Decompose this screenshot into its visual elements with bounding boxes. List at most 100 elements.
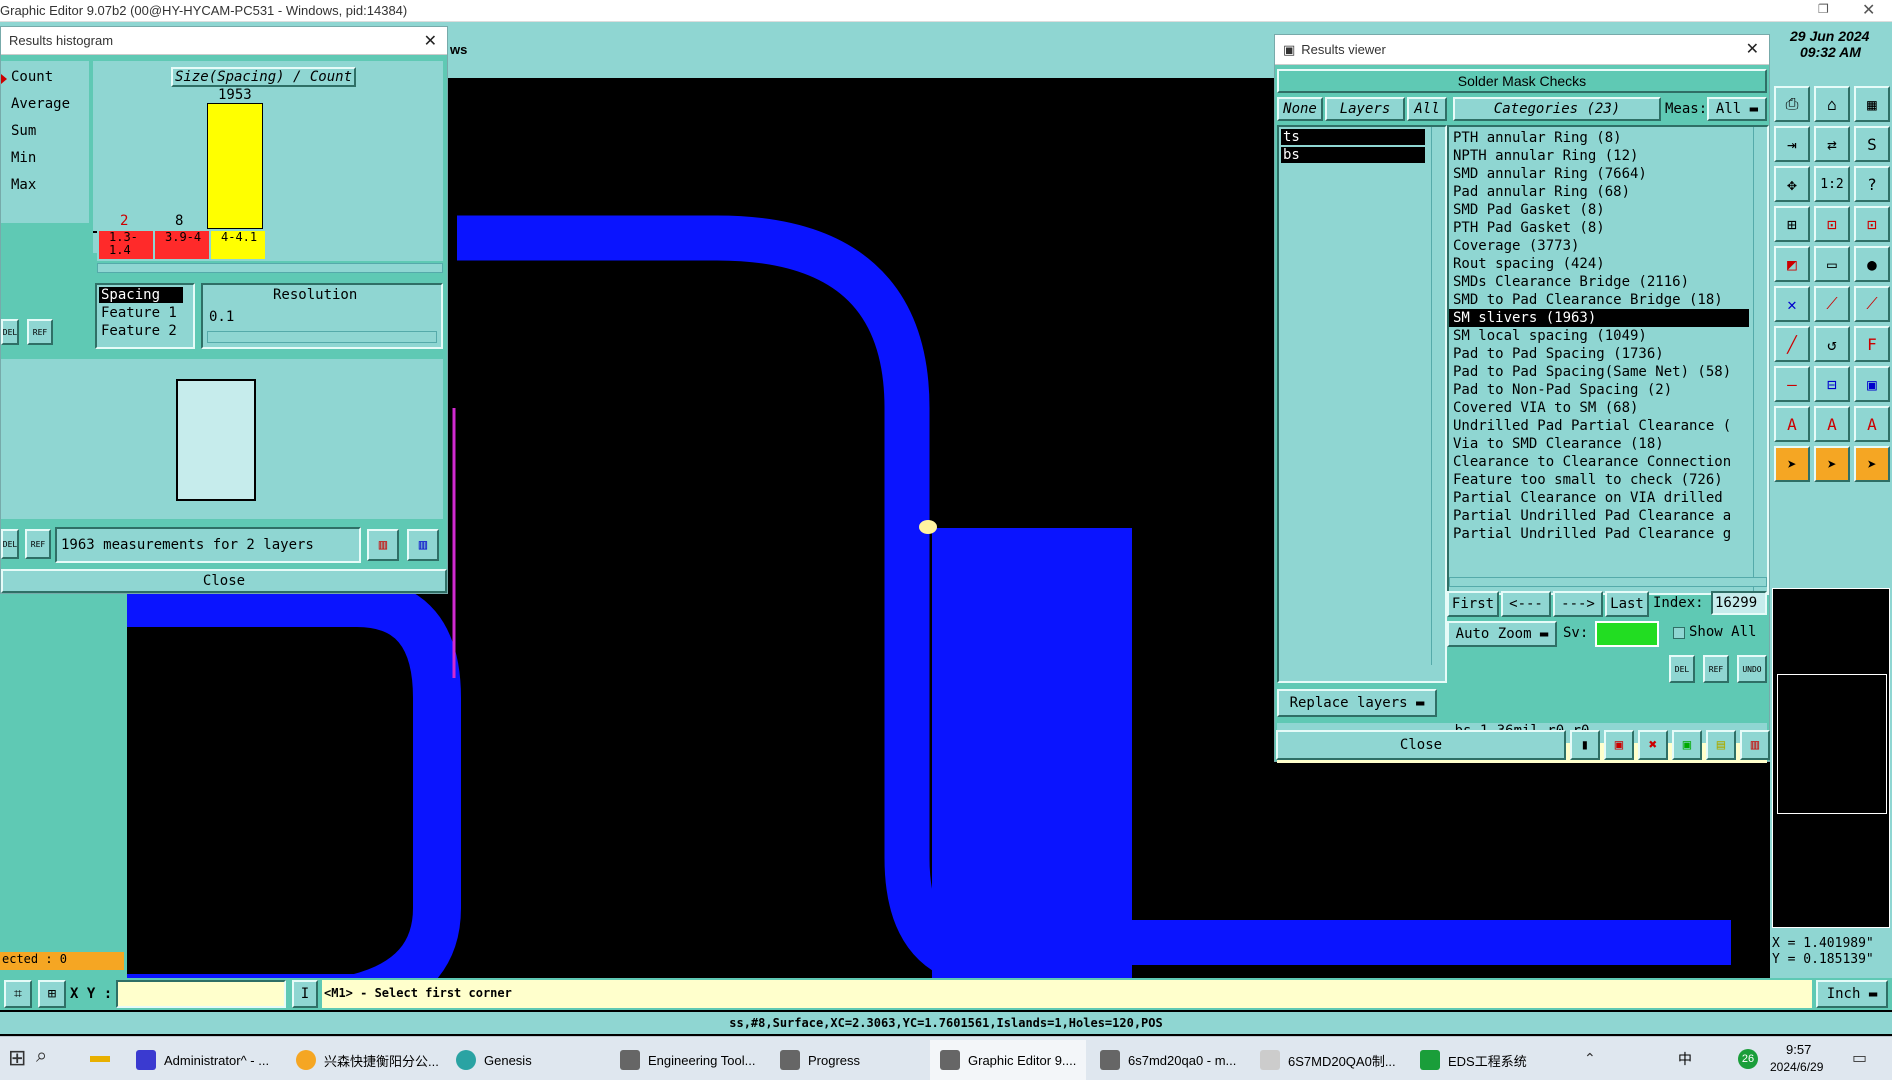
tool-link2-icon[interactable]: ⟋ xyxy=(1854,286,1890,322)
sv-color-dropdown[interactable] xyxy=(1595,621,1659,647)
viewer-undo-button[interactable]: UNDO xyxy=(1737,655,1767,683)
tool-snap-icon[interactable]: ⊡ xyxy=(1814,206,1850,242)
tool-measure-icon[interactable]: ⊟ xyxy=(1814,366,1850,402)
units-dropdown[interactable]: Inch ▬ xyxy=(1816,980,1888,1008)
task-eds[interactable]: EDS工程系统 xyxy=(1420,1040,1527,1080)
snap-icon[interactable]: ⌗ xyxy=(4,980,32,1008)
last-button[interactable]: Last xyxy=(1605,591,1649,617)
viewer-close-button[interactable]: Close xyxy=(1276,730,1566,760)
clock-date[interactable]: 2024/6/29 xyxy=(1770,1060,1823,1074)
categories-header[interactable]: Categories (23) xyxy=(1453,97,1661,121)
task-xingsen[interactable]: 兴森快捷衡阳分公... xyxy=(296,1040,439,1080)
tool-link-icon[interactable]: ⟋ xyxy=(1814,286,1850,322)
category-item[interactable]: Partial Clearance on VIA drilled xyxy=(1449,489,1749,507)
category-item[interactable]: Feature too small to check (726) xyxy=(1449,471,1749,489)
viewer-ref-button[interactable]: REF xyxy=(1703,655,1729,683)
tool-ratio-icon[interactable]: 1:2 xyxy=(1814,166,1850,202)
notification-badge[interactable]: 26 xyxy=(1738,1049,1758,1069)
layer-item-bs[interactable]: bs xyxy=(1281,147,1425,163)
tray-chevron-icon[interactable]: ⌃ xyxy=(1584,1050,1596,1067)
viewer-tool-2-icon[interactable]: ▣ xyxy=(1604,730,1634,760)
clock-time[interactable]: 9:57 xyxy=(1786,1042,1811,1057)
first-button[interactable]: First xyxy=(1447,591,1499,617)
viewer-del-button[interactable]: DEL xyxy=(1669,655,1695,683)
category-item[interactable]: Covered VIA to SM (68) xyxy=(1449,399,1749,417)
categories-vscroll[interactable] xyxy=(1753,127,1765,593)
menu-fragment[interactable]: ws xyxy=(450,42,467,57)
replace-layers-dropdown[interactable]: Replace layers ▬ xyxy=(1277,689,1437,717)
close-app-icon[interactable]: ✕ xyxy=(1862,0,1875,20)
tool-hline-icon[interactable]: — xyxy=(1774,366,1810,402)
bar-tall[interactable] xyxy=(207,103,263,229)
del-button[interactable]: DEL xyxy=(1,319,19,345)
categories-hscroll[interactable] xyxy=(1449,577,1767,587)
category-item[interactable]: PTH Pad Gasket (8) xyxy=(1449,219,1749,237)
tool-home-icon[interactable]: ⌂ xyxy=(1814,86,1850,122)
task-admin[interactable]: Administrator^ - ... xyxy=(136,1040,269,1080)
viewer-tool-3-icon[interactable]: ✖ xyxy=(1638,730,1668,760)
category-item[interactable]: SMD Pad Gasket (8) xyxy=(1449,201,1749,219)
category-item[interactable]: Via to SMD Clearance (18) xyxy=(1449,435,1749,453)
category-item[interactable]: Clearance to Clearance Connection xyxy=(1449,453,1749,471)
bin-2[interactable]: 4-4.1 xyxy=(211,231,265,259)
tool-fit-icon[interactable]: ✥ xyxy=(1774,166,1810,202)
tool-a3-icon[interactable]: A xyxy=(1854,406,1890,442)
ref-button[interactable]: REF xyxy=(27,319,53,345)
tool-snap2-icon[interactable]: ⊡ xyxy=(1854,206,1890,242)
tool-shape-icon[interactable]: ◩ xyxy=(1774,246,1810,282)
histogram-close-button[interactable]: Close xyxy=(1,569,447,593)
category-item[interactable]: SM slivers (1963) xyxy=(1449,309,1749,327)
tool-circle-icon[interactable]: ● xyxy=(1854,246,1890,282)
none-button[interactable]: None xyxy=(1277,97,1323,121)
category-item[interactable]: Undrilled Pad Partial Clearance ( xyxy=(1449,417,1749,435)
mini-map[interactable] xyxy=(1772,588,1890,928)
task-6s7md-2[interactable]: 6S7MD20QA0制... xyxy=(1260,1040,1396,1080)
task-progress[interactable]: Progress xyxy=(780,1040,860,1080)
radio-selected-icon[interactable] xyxy=(1,74,7,84)
tool-select3-icon[interactable]: ➤ xyxy=(1854,446,1890,482)
option-sum[interactable]: Sum xyxy=(11,123,36,139)
viewer-tool-1-icon[interactable]: ▮ xyxy=(1570,730,1600,760)
category-item[interactable]: Rout spacing (424) xyxy=(1449,255,1749,273)
viewer-tool-6-icon[interactable]: ▥ xyxy=(1740,730,1770,760)
task-6s7md[interactable]: 6s7md20qa0 - m... xyxy=(1100,1040,1236,1080)
viewer-tool-4-icon[interactable]: ▣ xyxy=(1672,730,1702,760)
tool-s-icon[interactable]: S xyxy=(1854,126,1890,162)
viewer-tool-5-icon[interactable]: ▤ xyxy=(1706,730,1736,760)
layer-item-ts[interactable]: ts xyxy=(1281,129,1425,145)
grid-snap-icon[interactable]: ⊞ xyxy=(38,980,66,1008)
bin-0[interactable]: 1.3-1.4 xyxy=(99,231,153,259)
resolution-slider[interactable] xyxy=(207,331,437,343)
category-item[interactable]: Pad to Pad Spacing(Same Net) (58) xyxy=(1449,363,1749,381)
start-icon[interactable]: ⊞ xyxy=(8,1045,26,1071)
del-button-2[interactable]: DEL xyxy=(1,529,19,559)
tool-cross-icon[interactable]: ✕ xyxy=(1774,286,1810,322)
ime-indicator[interactable]: 中 xyxy=(1678,1049,1692,1069)
explorer-icon[interactable]: ▬ xyxy=(90,1045,110,1068)
prev-button[interactable]: <--- xyxy=(1501,591,1551,617)
category-item[interactable]: PTH annular Ring (8) xyxy=(1449,129,1749,147)
tool-a-icon[interactable]: A xyxy=(1774,406,1810,442)
tool-move-icon[interactable]: ⇥ xyxy=(1774,126,1810,162)
tool-select2-icon[interactable]: ➤ xyxy=(1814,446,1850,482)
category-item[interactable]: SM local spacing (1049) xyxy=(1449,327,1749,345)
layers-button[interactable]: Layers xyxy=(1325,97,1405,121)
next-button[interactable]: ---> xyxy=(1553,591,1603,617)
tool-arc-icon[interactable]: ↺ xyxy=(1814,326,1850,362)
info-icon[interactable]: I xyxy=(292,980,318,1008)
show-all-checkbox[interactable] xyxy=(1673,627,1685,639)
index-input[interactable]: 16299 xyxy=(1711,591,1767,615)
category-item[interactable]: Pad to Pad Spacing (1736) xyxy=(1449,345,1749,363)
category-item[interactable]: Partial Undrilled Pad Clearance g xyxy=(1449,525,1749,543)
category-item[interactable]: Pad annular Ring (68) xyxy=(1449,183,1749,201)
meas-dropdown[interactable]: All ▬ xyxy=(1707,97,1767,121)
ref-button-2[interactable]: REF xyxy=(25,529,51,559)
list-feature-2[interactable]: Feature 2 xyxy=(101,323,177,339)
histogram-export2-icon[interactable]: ▥ xyxy=(407,529,439,561)
list-spacing[interactable]: Spacing xyxy=(99,287,183,303)
task-engineering[interactable]: Engineering Tool... xyxy=(620,1040,755,1080)
action-center-icon[interactable]: ▭ xyxy=(1852,1048,1867,1068)
layer-vscroll[interactable] xyxy=(1431,127,1443,665)
histogram-hscroll[interactable] xyxy=(97,263,443,273)
list-feature-1[interactable]: Feature 1 xyxy=(101,305,177,321)
